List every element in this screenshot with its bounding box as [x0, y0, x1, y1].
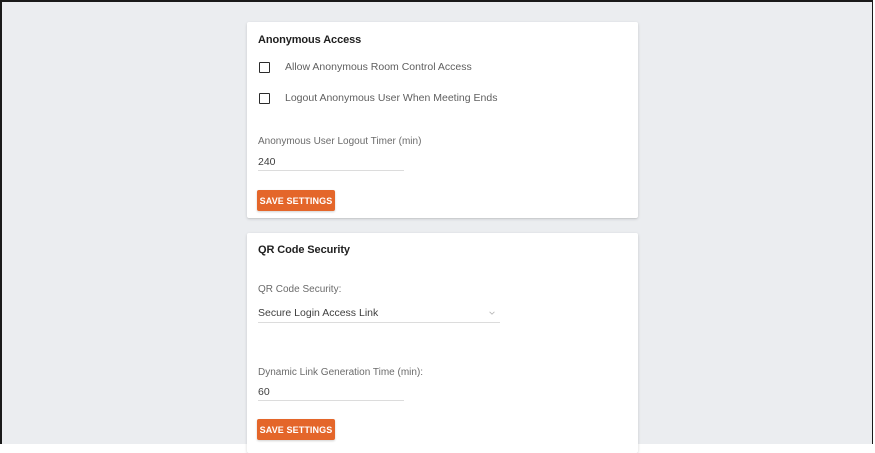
- logout-timer-input[interactable]: [258, 154, 404, 171]
- anonymous-access-card: Anonymous Access Allow Anonymous Room Co…: [247, 22, 638, 218]
- logout-anonymous-user-checkbox[interactable]: [259, 92, 270, 104]
- allow-anonymous-room-control-label: Allow Anonymous Room Control Access: [285, 61, 472, 73]
- allow-anonymous-room-control-checkbox[interactable]: [259, 61, 270, 73]
- qr-code-security-title: QR Code Security: [258, 244, 350, 256]
- qr-code-security-selected-value: Secure Login Access Link: [258, 307, 379, 319]
- allow-anonymous-room-control-row[interactable]: Allow Anonymous Room Control Access: [259, 60, 472, 74]
- logout-anonymous-user-label: Logout Anonymous User When Meeting Ends: [285, 92, 498, 104]
- chevron-down-icon: [489, 311, 495, 315]
- qr-code-security-save-button[interactable]: SAVE SETTINGS: [257, 419, 335, 440]
- qr-code-security-select[interactable]: Secure Login Access Link: [258, 304, 500, 323]
- settings-page: Anonymous Access Allow Anonymous Room Co…: [0, 0, 873, 453]
- link-generation-time-input[interactable]: [258, 384, 404, 401]
- anonymous-access-title: Anonymous Access: [258, 34, 362, 46]
- qr-code-security-label: QR Code Security:: [258, 284, 342, 295]
- link-generation-time-label: Dynamic Link Generation Time (min):: [258, 367, 424, 378]
- logout-timer-label: Anonymous User Logout Timer (min): [258, 136, 422, 147]
- logout-anonymous-user-row[interactable]: Logout Anonymous User When Meeting Ends: [259, 91, 497, 105]
- qr-code-security-card: QR Code Security QR Code Security: Secur…: [247, 233, 638, 453]
- anonymous-access-save-button[interactable]: SAVE SETTINGS: [257, 190, 335, 211]
